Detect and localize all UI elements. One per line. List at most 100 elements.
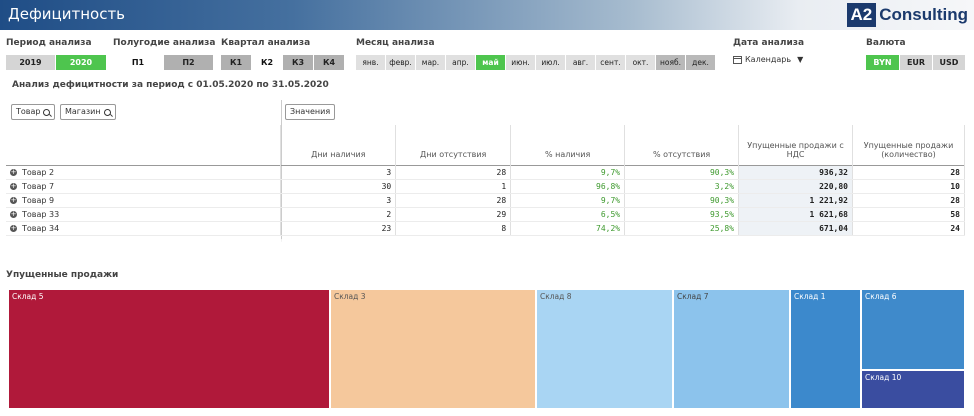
cell: 9,7% <box>510 165 626 180</box>
month-aug-button[interactable]: авг. <box>566 55 596 70</box>
cell: 10 <box>852 179 965 194</box>
period-2019-button[interactable]: 2019 <box>6 55 56 70</box>
row-name-cell: + Товар 7 <box>6 179 282 194</box>
cell: 2 <box>280 207 397 222</box>
lost-sales-treemap: Склад 5 Склад 3 Склад 8 Склад 7 Склад 1 … <box>8 289 965 409</box>
currency-filter: BYN EUR USD <box>866 55 966 70</box>
cell: 28 <box>852 193 965 208</box>
row-name: Товар 7 <box>22 181 55 191</box>
month-apr-button[interactable]: апр. <box>446 55 476 70</box>
quarter-k3-button[interactable]: К3 <box>283 55 314 70</box>
period-2020-button[interactable]: 2020 <box>56 55 107 70</box>
tile-label: Склад 6 <box>865 292 897 301</box>
row-name-cell: + Товар 9 <box>6 193 282 208</box>
app-header: Дефицитность A2 Consulting <box>0 0 974 30</box>
header-pct-absent[interactable]: % отсутствия <box>624 125 740 165</box>
half-p1-button[interactable]: П1 <box>113 55 164 70</box>
quarter-filter-label: Квартал анализа <box>221 38 311 48</box>
date-filter-label: Дата анализа <box>733 38 805 48</box>
quarter-k2-button[interactable]: К2 <box>252 55 283 70</box>
month-jun-button[interactable]: июн. <box>506 55 536 70</box>
month-jul-button[interactable]: июл. <box>536 55 566 70</box>
row-name-cell: + Товар 34 <box>6 221 282 236</box>
header-lost-sales-vat[interactable]: Упущенные продажи с НДС <box>738 125 853 165</box>
header-pct-present[interactable]: % наличия <box>510 125 626 165</box>
cell: 8 <box>395 221 512 236</box>
treemap-tile-sklad1[interactable]: Склад 1 <box>790 289 861 409</box>
treemap-tile-sklad3[interactable]: Склад 3 <box>330 289 536 409</box>
row-name: Товар 33 <box>22 209 60 219</box>
month-nov-button[interactable]: нояб. <box>656 55 686 70</box>
treemap-tile-sklad5[interactable]: Склад 5 <box>8 289 330 409</box>
cell: 58 <box>852 207 965 222</box>
quarter-k4-button[interactable]: К4 <box>314 55 345 70</box>
treemap-tile-sklad7[interactable]: Склад 7 <box>673 289 790 409</box>
cell: 28 <box>395 165 512 180</box>
month-feb-button[interactable]: февр. <box>386 55 416 70</box>
store-dimension-button[interactable]: Магазин <box>60 104 116 120</box>
cell: 936,32 <box>738 165 853 180</box>
tile-label: Склад 3 <box>334 292 366 301</box>
expand-plus-icon[interactable]: + <box>10 210 17 218</box>
period-filter: 2019 2020 <box>6 55 107 70</box>
currency-usd-button[interactable]: USD <box>933 55 966 70</box>
currency-eur-button[interactable]: EUR <box>900 55 933 70</box>
table-row: + Товар 2 3 28 9,7% 90,3% 936,32 28 <box>6 165 965 180</box>
month-sep-button[interactable]: сент. <box>596 55 626 70</box>
month-mar-button[interactable]: мар. <box>416 55 446 70</box>
cell: 1 <box>395 179 512 194</box>
currency-byn-button[interactable]: BYN <box>866 55 900 70</box>
caret-down-icon: ▼ <box>797 55 804 64</box>
month-dec-button[interactable]: дек. <box>686 55 716 70</box>
cell: 25,8% <box>624 221 740 236</box>
cell: 30 <box>280 179 397 194</box>
treemap-tile-sklad8[interactable]: Склад 8 <box>536 289 673 409</box>
table-header-row: Дни наличия Дни отсутствия % наличия % о… <box>6 125 965 165</box>
quarter-k1-button[interactable]: К1 <box>221 55 252 70</box>
tile-label: Склад 8 <box>540 292 572 301</box>
cell: 3,2% <box>624 179 740 194</box>
expand-plus-icon[interactable]: + <box>10 224 17 232</box>
half-filter: П1 П2 <box>113 55 214 70</box>
page-title: Дефицитность <box>8 5 126 23</box>
calendar-dropdown[interactable]: Календарь ▼ <box>733 55 803 64</box>
search-icon <box>103 108 111 116</box>
month-may-button[interactable]: май <box>476 55 506 70</box>
header-lost-sales-qty[interactable]: Упущенные продажи (количество) <box>852 125 965 165</box>
expand-plus-icon[interactable]: + <box>10 196 17 204</box>
treemap-tile-sklad6[interactable]: Склад 6 <box>861 289 965 370</box>
tile-label: Склад 10 <box>865 373 902 382</box>
cell: 28 <box>395 193 512 208</box>
cell: 24 <box>852 221 965 236</box>
product-dimension-label: Товар <box>16 107 41 116</box>
calendar-icon <box>733 55 742 64</box>
cell: 74,2% <box>510 221 626 236</box>
expand-plus-icon[interactable]: + <box>10 168 17 176</box>
row-name: Товар 9 <box>22 195 55 205</box>
cell: 96,8% <box>510 179 626 194</box>
search-icon <box>43 108 51 116</box>
expand-plus-icon[interactable]: + <box>10 182 17 190</box>
month-oct-button[interactable]: окт. <box>626 55 656 70</box>
product-dimension-button[interactable]: Товар <box>11 104 56 120</box>
quarter-filter: К1 К2 К3 К4 <box>221 55 345 70</box>
header-dimension <box>6 125 282 165</box>
month-filter: янв. февр. мар. апр. май июн. июл. авг. … <box>356 55 716 70</box>
treemap-tile-sklad10[interactable]: Склад 10 <box>861 370 965 409</box>
values-button[interactable]: Значения <box>285 104 336 120</box>
cell: 23 <box>280 221 397 236</box>
table-row: + Товар 34 23 8 74,2% 25,8% 671,04 24 <box>6 221 965 236</box>
cell: 671,04 <box>738 221 853 236</box>
cell: 1 221,92 <box>738 193 853 208</box>
half-p2-button[interactable]: П2 <box>164 55 214 70</box>
logo-text: Consulting <box>879 5 968 24</box>
row-name: Товар 2 <box>22 167 55 177</box>
month-jan-button[interactable]: янв. <box>356 55 386 70</box>
deficit-table: Дни наличия Дни отсутствия % наличия % о… <box>6 125 965 236</box>
cell: 28 <box>852 165 965 180</box>
header-days-absent[interactable]: Дни отсутствия <box>395 125 512 165</box>
cell: 1 621,68 <box>738 207 853 222</box>
tile-label: Склад 1 <box>794 292 826 301</box>
cell: 90,3% <box>624 193 740 208</box>
header-days-present[interactable]: Дни наличия <box>280 125 397 165</box>
